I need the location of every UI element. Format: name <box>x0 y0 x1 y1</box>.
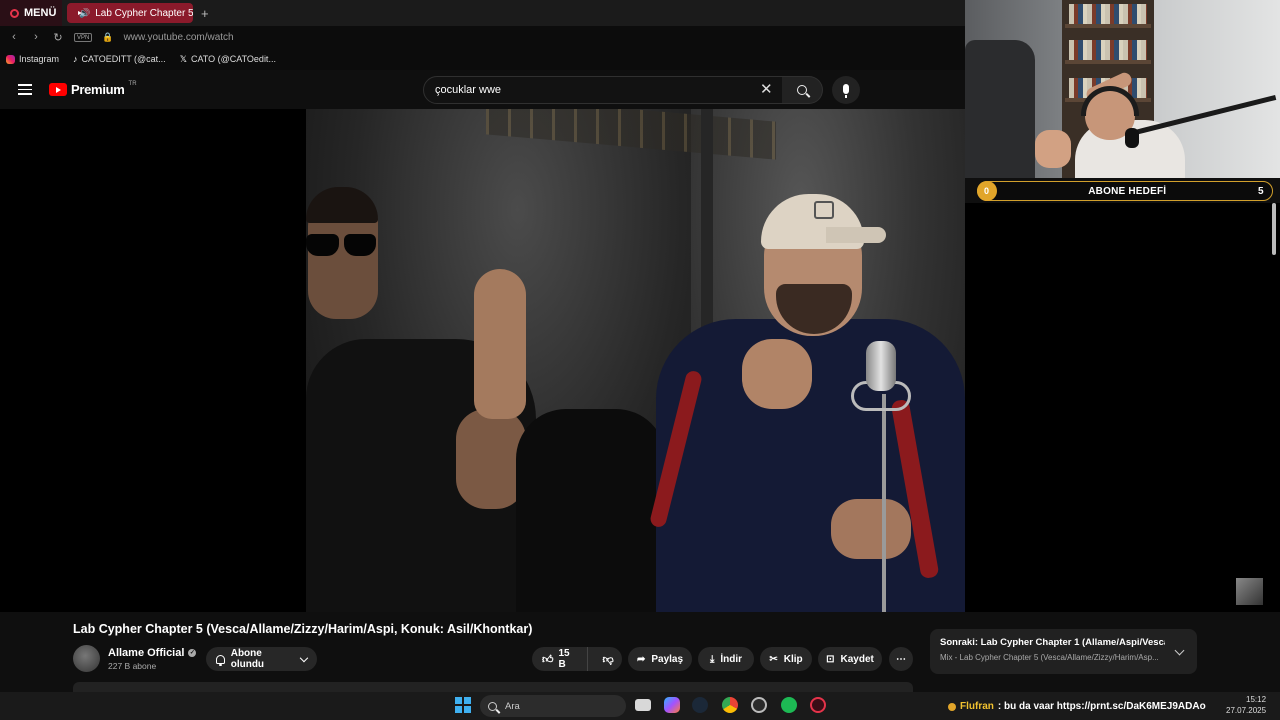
clock-time: 15:12 <box>1246 695 1267 704</box>
taskbar-search-input[interactable]: Ara <box>480 695 626 717</box>
goal-current: 0 <box>976 181 997 201</box>
dislike-button[interactable]: 👎︎ <box>594 653 622 666</box>
channel-avatar[interactable] <box>73 645 100 672</box>
save-label: Kaydet <box>840 653 874 665</box>
youtube-header: Premium TR çocuklar wwe ✕ <box>0 70 965 109</box>
instagram-icon <box>6 54 15 64</box>
opera-logo-icon <box>10 8 19 18</box>
thumbs-down-icon: 👎︎ <box>602 653 614 666</box>
youtube-logo[interactable]: Premium TR <box>49 80 137 97</box>
region-code: TR <box>128 80 137 87</box>
video-frame <box>306 109 965 612</box>
save-button[interactable]: ⊡ Kaydet <box>818 647 882 671</box>
like-button[interactable]: 👍︎ 15 B <box>532 647 589 671</box>
like-count: 15 B <box>558 648 570 670</box>
voice-search-button[interactable] <box>832 76 860 104</box>
clip-label: Klip <box>783 653 803 665</box>
file-explorer-icon[interactable] <box>635 699 651 711</box>
system-clock[interactable]: 15:12 27.07.2025 <box>1226 694 1266 716</box>
verified-check-icon: ✓ <box>188 649 197 657</box>
back-icon[interactable]: ‹ <box>8 31 20 43</box>
browser-menu-label: MENÜ <box>24 7 57 19</box>
mini-thumbnail[interactable] <box>1236 578 1263 605</box>
bookmark-tiktok[interactable]: ♪ CATOEDITT (@cat... <box>73 54 166 64</box>
search-icon <box>797 85 807 95</box>
up-next-title: Sonraki: Lab Cypher Chapter 1 (Allame/As… <box>940 637 1165 648</box>
share-button[interactable]: ➦ Paylaş <box>628 647 692 671</box>
channel-name-label: Allame Official <box>108 647 185 659</box>
channel-name[interactable]: Allame Official ✓ <box>108 647 197 659</box>
lock-icon[interactable]: 🔒 <box>102 32 113 43</box>
download-icon: ⤓ <box>709 653 715 665</box>
app-icon[interactable] <box>751 697 767 713</box>
share-label: Paylaş <box>651 653 684 665</box>
up-next-card[interactable]: Sonraki: Lab Cypher Chapter 1 (Allame/As… <box>930 629 1197 674</box>
side-panel <box>965 203 1280 612</box>
bookmark-label: CATOEDITT (@cat... <box>81 54 166 64</box>
more-actions-button[interactable]: ⋯ <box>889 647 913 671</box>
chrome-icon[interactable] <box>722 697 738 713</box>
copilot-icon[interactable] <box>664 697 680 713</box>
bookmark-icon: ⊡ <box>826 653 835 665</box>
chat-user: Flufran <box>960 701 994 712</box>
video-player[interactable] <box>0 109 965 612</box>
clock-date: 27.07.2025 <box>1226 706 1267 715</box>
bookmark-instagram[interactable]: Instagram <box>6 54 59 64</box>
taskbar-search-placeholder: Ara <box>505 700 520 712</box>
search-value: çocuklar wwe <box>435 84 502 96</box>
logo-text: Premium <box>71 82 125 97</box>
bookmark-label: Instagram <box>19 54 60 64</box>
chat-message: : bu da vaar https://prnt.sc/DaK6MEJ9ADA… <box>997 701 1206 712</box>
subscribe-label: Abone olundu <box>230 648 265 670</box>
download-button[interactable]: ⤓ İndir <box>698 647 754 671</box>
subscribe-button[interactable]: Abone olundu <box>206 647 317 671</box>
goal-target: 5 <box>1258 185 1264 197</box>
bell-icon <box>216 654 225 666</box>
bookmark-label: CATO (@CATOedit... <box>190 54 276 64</box>
tab-active[interactable]: 🔊 Lab Cypher Chapter 5 <box>67 3 193 23</box>
tab-title: Lab Cypher Chapter 5 <box>95 7 193 19</box>
search-button[interactable] <box>782 76 823 104</box>
webcam-overlay <box>965 0 1280 178</box>
hamburger-menu-icon[interactable] <box>18 84 32 95</box>
spotify-icon[interactable] <box>781 697 797 713</box>
clip-button[interactable]: ✂ Klip <box>760 647 812 671</box>
chat-ticker: Flufran : bu da vaar https://prnt.sc/DaK… <box>948 701 1206 712</box>
url-field[interactable]: www.youtube.com/watch <box>124 32 234 43</box>
browser-menu-button[interactable]: MENÜ <box>0 0 62 26</box>
coin-icon <box>948 702 956 711</box>
reload-icon[interactable]: ↻ <box>52 31 64 44</box>
microphone-icon <box>843 84 849 98</box>
thumbs-up-icon: 👍︎ <box>542 653 554 666</box>
chevron-down-icon <box>299 653 309 662</box>
bookmark-x[interactable]: 𝕏 CATO (@CATOedit... <box>180 54 276 65</box>
scissors-icon: ✂ <box>769 653 778 665</box>
subscriber-count: 227 B abone <box>108 661 157 671</box>
up-next-subtitle: Mix - Lab Cypher Chapter 5 (Vesca/Allame… <box>940 653 1159 662</box>
tiktok-icon: ♪ <box>73 54 78 64</box>
x-icon: 𝕏 <box>179 53 187 64</box>
more-horizontal-icon: ⋯ <box>896 653 906 665</box>
forward-icon[interactable]: › <box>30 31 42 43</box>
goal-label: ABONE HEDEFİ <box>1088 185 1167 197</box>
new-tab-button[interactable]: + <box>201 6 209 21</box>
browser-tab-bar: MENÜ 🔊 Lab Cypher Chapter 5 + <box>0 0 965 26</box>
search-input[interactable]: çocuklar wwe <box>423 76 786 104</box>
youtube-play-icon <box>49 83 67 96</box>
vpn-badge[interactable]: VPN <box>74 32 93 42</box>
windows-start-icon[interactable] <box>455 697 471 713</box>
opera-gx-icon[interactable] <box>810 697 826 713</box>
clear-search-icon[interactable]: ✕ <box>760 82 773 97</box>
address-bar: ‹ › ↻ VPN 🔒 www.youtube.com/watch <box>0 26 965 48</box>
bookmarks-bar: Instagram ♪ CATOEDITT (@cat... 𝕏 CATO (@… <box>0 48 965 70</box>
like-dislike-group: 👍︎ 15 B 👎︎ <box>532 647 622 671</box>
video-title: Lab Cypher Chapter 5 (Vesca/Allame/Zizzy… <box>73 622 533 636</box>
steam-icon[interactable] <box>692 697 708 713</box>
scrollbar[interactable] <box>1272 203 1276 255</box>
description-box[interactable] <box>73 682 913 692</box>
subscriber-goal-bar: 0 ABONE HEDEFİ 5 <box>976 181 1273 201</box>
search-icon <box>488 701 497 711</box>
share-icon: ➦ <box>636 653 646 665</box>
download-label: İndir <box>720 653 743 665</box>
